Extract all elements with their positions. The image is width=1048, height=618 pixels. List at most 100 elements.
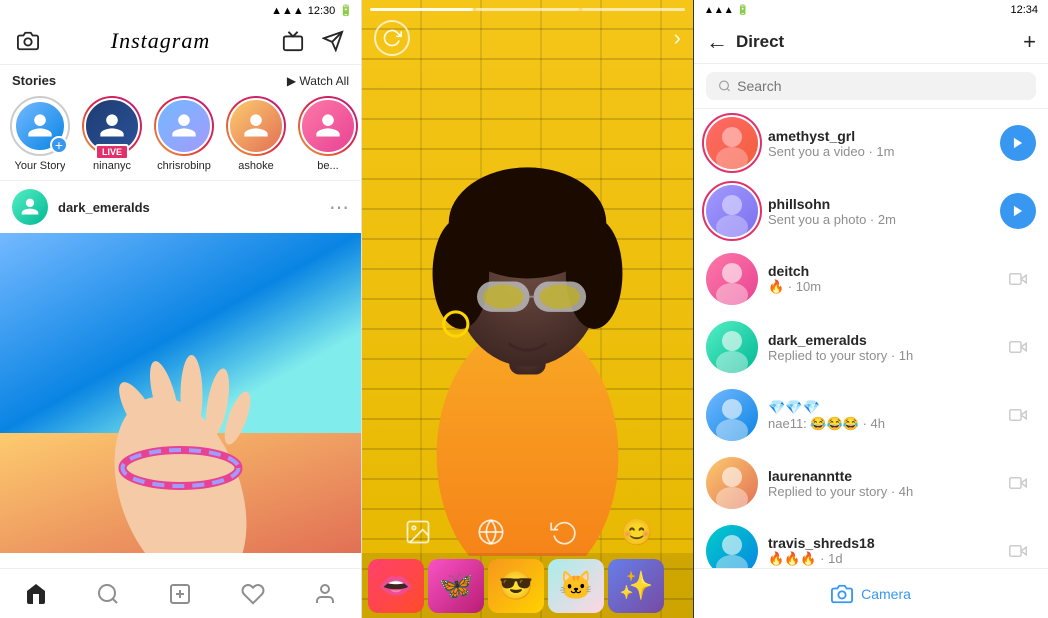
- story-top-controls: ›: [374, 20, 681, 56]
- feed-bottom-nav: [0, 568, 361, 618]
- story-filters: 👄 🦋 😎 🐱 ✨: [362, 553, 693, 618]
- dm-name-deitch: deitch: [768, 263, 990, 279]
- filter-lips[interactable]: 👄: [368, 559, 424, 613]
- send-icon[interactable]: [321, 29, 345, 53]
- dm-item-deitch[interactable]: deitch 🔥 · 10m: [694, 245, 1048, 313]
- dm-info-nae11: 💎💎💎 nae11: 😂😂😂 · 4h: [768, 399, 990, 432]
- dm-preview-nae11: nae11: 😂😂😂 · 4h: [768, 416, 990, 432]
- dm-preview-laurenanntte: Replied to your story · 4h: [768, 484, 990, 499]
- dm-play-button-amethyst-grl[interactable]: [1000, 125, 1036, 161]
- stories-header: Stories ▶ Watch All: [0, 65, 361, 92]
- feed-logo: Instagram: [111, 28, 210, 54]
- story-panel: › 😊 👄 🦋 😎 🐱: [362, 0, 694, 618]
- story-rotate-icon[interactable]: [548, 516, 580, 548]
- dm-avatar-phillsohn: [706, 185, 758, 237]
- camera-label: Camera: [861, 586, 911, 602]
- story-bottom-icons: 😊: [362, 516, 693, 548]
- live-badge: LIVE: [95, 144, 129, 160]
- dm-camera-icon-deitch[interactable]: [1000, 261, 1036, 297]
- dm-item-travis-shreds18[interactable]: travis_shreds18 🔥🔥🔥 · 1d: [694, 517, 1048, 568]
- watch-all-button[interactable]: ▶ Watch All: [287, 74, 349, 88]
- story-item-ashoke[interactable]: ashoke: [224, 96, 288, 172]
- direct-header: ← Direct +: [694, 20, 1048, 64]
- post-more-button[interactable]: ⋯: [329, 195, 349, 220]
- story-emoji-icon[interactable]: 😊: [621, 516, 653, 548]
- direct-panel: ▲▲▲ 🔋 12:34 ← Direct + amethyst_grl Sent…: [694, 0, 1048, 618]
- filter-sunglasses[interactable]: 😎: [488, 559, 544, 613]
- direct-search-area: [694, 64, 1048, 109]
- filter-cat[interactable]: 🐱: [548, 559, 604, 613]
- search-input[interactable]: [737, 78, 1024, 94]
- nav-heart-icon[interactable]: [238, 579, 268, 609]
- dm-name-nae11: 💎💎💎: [768, 399, 990, 416]
- feed-panel: ▲▲▲ 12:30 🔋 Instagram: [0, 0, 362, 618]
- nav-profile-icon[interactable]: [310, 579, 340, 609]
- dm-camera-icon-nae11[interactable]: [1000, 397, 1036, 433]
- feed-header: Instagram: [0, 17, 361, 65]
- dm-info-travis-shreds18: travis_shreds18 🔥🔥🔥 · 1d: [768, 535, 990, 567]
- story-item-be[interactable]: be...: [296, 96, 360, 172]
- post-avatar[interactable]: [12, 189, 48, 225]
- dm-preview-travis-shreds18: 🔥🔥🔥 · 1d: [768, 551, 990, 567]
- story-refresh-button[interactable]: [374, 20, 410, 56]
- direct-status-bar: ▲▲▲ 🔋 12:34: [694, 0, 1048, 20]
- dm-item-nae11[interactable]: 💎💎💎 nae11: 😂😂😂 · 4h: [694, 381, 1048, 449]
- story-next-button[interactable]: ›: [674, 25, 681, 51]
- dm-preview-deitch: 🔥 · 10m: [768, 279, 990, 295]
- direct-time: 12:34: [1010, 4, 1038, 16]
- progress-bar-3: [582, 8, 685, 11]
- progress-bar-2: [476, 8, 579, 11]
- feed-signal-icon: ▲▲▲: [271, 5, 304, 17]
- story-item-your-story[interactable]: + Your Story: [8, 96, 72, 172]
- dm-avatar-nae11: [706, 389, 758, 441]
- dm-item-amethyst-grl[interactable]: amethyst_grl Sent you a video · 1m: [694, 109, 1048, 177]
- feed-battery-icon: 🔋: [339, 4, 353, 17]
- nav-add-icon[interactable]: [165, 579, 195, 609]
- dm-list: amethyst_grl Sent you a video · 1m phill…: [694, 109, 1048, 568]
- story-name-chrisrobinp: chrisrobinp: [157, 160, 211, 172]
- progress-bar-1: [370, 8, 473, 11]
- filter-sparkle[interactable]: ✨: [608, 559, 664, 613]
- dm-preview-dark-emeralds: Replied to your story · 1h: [768, 348, 990, 363]
- dm-camera-icon-travis-shreds18[interactable]: [1000, 533, 1036, 568]
- dm-name-phillsohn: phillsohn: [768, 196, 990, 212]
- story-item-ninanyc[interactable]: LIVE ninanyc: [80, 96, 144, 172]
- stories-row: + Your Story LIVE ninanyc: [0, 92, 361, 180]
- direct-title: Direct: [736, 32, 1023, 52]
- nav-search-icon[interactable]: [93, 579, 123, 609]
- direct-signal-icon: ▲▲▲ 🔋: [704, 5, 749, 16]
- dm-camera-icon-dark-emeralds[interactable]: [1000, 329, 1036, 365]
- stories-label: Stories: [12, 73, 56, 88]
- dm-item-dark-emeralds[interactable]: dark_emeralds Replied to your story · 1h: [694, 313, 1048, 381]
- dm-play-button-phillsohn[interactable]: [1000, 193, 1036, 229]
- dm-info-phillsohn: phillsohn Sent you a photo · 2m: [768, 196, 990, 227]
- feed-time: 12:30: [308, 5, 336, 17]
- filter-butterfly[interactable]: 🦋: [428, 559, 484, 613]
- feed-status-bar: ▲▲▲ 12:30 🔋: [0, 0, 361, 17]
- story-gallery-icon[interactable]: [402, 516, 434, 548]
- search-icon: [718, 79, 731, 93]
- story-globe-icon[interactable]: [475, 516, 507, 548]
- dm-avatar-dark-emeralds: [706, 321, 758, 373]
- dm-item-phillsohn[interactable]: phillsohn Sent you a photo · 2m: [694, 177, 1048, 245]
- direct-camera-footer[interactable]: Camera: [694, 568, 1048, 618]
- tv-icon[interactable]: [281, 29, 305, 53]
- feed-header-actions: [281, 29, 345, 53]
- direct-back-button[interactable]: ←: [706, 29, 728, 55]
- dm-name-travis-shreds18: travis_shreds18: [768, 535, 990, 551]
- story-name-your-story: Your Story: [15, 160, 66, 172]
- dm-info-dark-emeralds: dark_emeralds Replied to your story · 1h: [768, 332, 990, 363]
- dm-info-amethyst-grl: amethyst_grl Sent you a video · 1m: [768, 128, 990, 159]
- dm-camera-icon-laurenanntte[interactable]: [1000, 465, 1036, 501]
- story-progress: [370, 8, 685, 11]
- nav-home-icon[interactable]: [21, 579, 51, 609]
- camera-header-icon[interactable]: [16, 29, 40, 53]
- post-image: [0, 233, 361, 553]
- dm-item-laurenanntte[interactable]: laurenanntte Replied to your story · 4h: [694, 449, 1048, 517]
- story-person-image: [362, 31, 693, 556]
- story-item-chrisrobinp[interactable]: chrisrobinp: [152, 96, 216, 172]
- post-header: dark_emeralds ⋯: [0, 180, 361, 233]
- dm-name-amethyst-grl: amethyst_grl: [768, 128, 990, 144]
- search-box[interactable]: [706, 72, 1036, 100]
- direct-add-button[interactable]: +: [1023, 29, 1036, 55]
